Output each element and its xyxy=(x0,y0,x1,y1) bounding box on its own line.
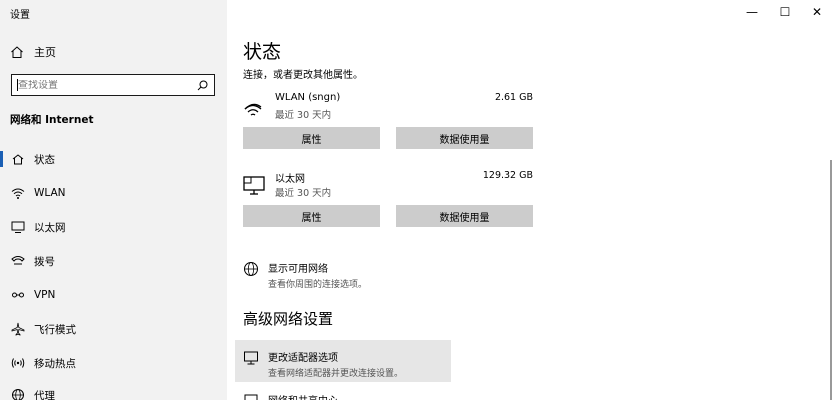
sidebar-item-ethernet[interactable]: 以太网 xyxy=(0,210,227,244)
link-title: 显示可用网络 xyxy=(268,264,328,275)
adapter-icon xyxy=(244,351,258,365)
page-title: 状态 xyxy=(243,41,282,63)
properties-button[interactable]: 属性 xyxy=(243,127,380,149)
airplane-icon xyxy=(11,322,25,336)
advanced-settings-heading: 高级网络设置 xyxy=(243,310,334,328)
wifi-icon xyxy=(244,103,262,116)
network-name: 以太网 xyxy=(275,174,305,185)
sidebar-item-airplane[interactable]: 飞行模式 xyxy=(0,312,227,346)
sharing-center-link[interactable]: 网络和共享中心 xyxy=(243,392,338,400)
section-title: 网络和 Internet xyxy=(10,114,94,126)
link-title: 更改适配器选项 xyxy=(268,353,338,364)
network-name: WLAN (sngn) xyxy=(275,92,341,103)
sidebar-item-label: 移动热点 xyxy=(34,357,76,370)
search-input[interactable] xyxy=(18,79,197,91)
globe-icon xyxy=(244,262,258,276)
sidebar-item-label: 状态 xyxy=(34,153,55,166)
network-status: 最近 30 天内 xyxy=(275,110,332,121)
search-icon[interactable] xyxy=(197,80,208,91)
wifi-icon xyxy=(11,186,25,200)
sharing-center-icon xyxy=(244,394,258,400)
show-available-networks-link[interactable]: 显示可用网络 查看你周围的连接选项。 xyxy=(243,260,367,290)
minimize-button[interactable]: — xyxy=(735,0,769,24)
sidebar-item-label: 代理 xyxy=(34,389,55,400)
sidebar-item-wlan[interactable]: WLAN xyxy=(0,176,227,210)
sidebar-item-hotspot[interactable]: 移动热点 xyxy=(0,346,227,380)
properties-button[interactable]: 属性 xyxy=(243,205,380,227)
change-adapter-options-link[interactable]: 更改适配器选项 查看网络适配器并更改连接设置。 xyxy=(243,349,403,379)
link-description: 查看你周围的连接选项。 xyxy=(268,280,368,290)
home-label: 主页 xyxy=(34,46,56,59)
maximize-button[interactable]: ☐ xyxy=(768,0,802,24)
link-description: 查看网络适配器并更改连接设置。 xyxy=(268,369,404,379)
text-caret xyxy=(17,79,18,91)
home-icon xyxy=(11,46,23,58)
dialup-icon xyxy=(11,254,25,268)
data-usage-button[interactable]: 数据使用量 xyxy=(396,205,533,227)
scrollbar[interactable] xyxy=(830,160,832,400)
close-button[interactable]: ✕ xyxy=(800,0,834,24)
network-usage: 129.32 GB xyxy=(482,170,533,181)
sidebar-item-label: 以太网 xyxy=(34,221,66,234)
window-title: 设置 xyxy=(10,10,30,21)
sidebar-item-label: VPN xyxy=(34,289,56,301)
sidebar-item-label: WLAN xyxy=(34,187,66,199)
sidebar-item-vpn[interactable]: VPN xyxy=(0,278,227,312)
network-status: 最近 30 天内 xyxy=(275,188,332,199)
sidebar-item-proxy[interactable]: 代理 xyxy=(0,378,227,400)
data-usage-button[interactable]: 数据使用量 xyxy=(396,127,533,149)
ethernet-icon xyxy=(11,220,25,234)
hotspot-icon xyxy=(11,356,25,370)
sidebar-item-dialup[interactable]: 拨号 xyxy=(0,244,227,278)
home-link[interactable]: 主页 xyxy=(10,43,56,61)
sidebar: 设置 主页 网络和 Internet 状态 WLAN 以太网 拨号 VPN 飞行… xyxy=(0,0,227,400)
network-usage: 2.61 GB xyxy=(494,92,533,103)
sidebar-item-status[interactable]: 状态 xyxy=(0,142,227,176)
search-box[interactable] xyxy=(11,74,215,96)
home-status-icon xyxy=(11,152,25,166)
ethernet-icon xyxy=(243,176,265,195)
page-subtitle: 连接，或者更改其他属性。 xyxy=(243,70,363,81)
sidebar-item-label: 飞行模式 xyxy=(34,323,76,336)
sidebar-item-label: 拨号 xyxy=(34,255,55,268)
vpn-icon xyxy=(11,288,25,302)
link-title: 网络和共享中心 xyxy=(268,392,338,400)
globe-icon xyxy=(11,388,25,400)
main-content: 状态 连接，或者更改其他属性。 WLAN (sngn) 最近 30 天内 2.6… xyxy=(227,0,834,400)
